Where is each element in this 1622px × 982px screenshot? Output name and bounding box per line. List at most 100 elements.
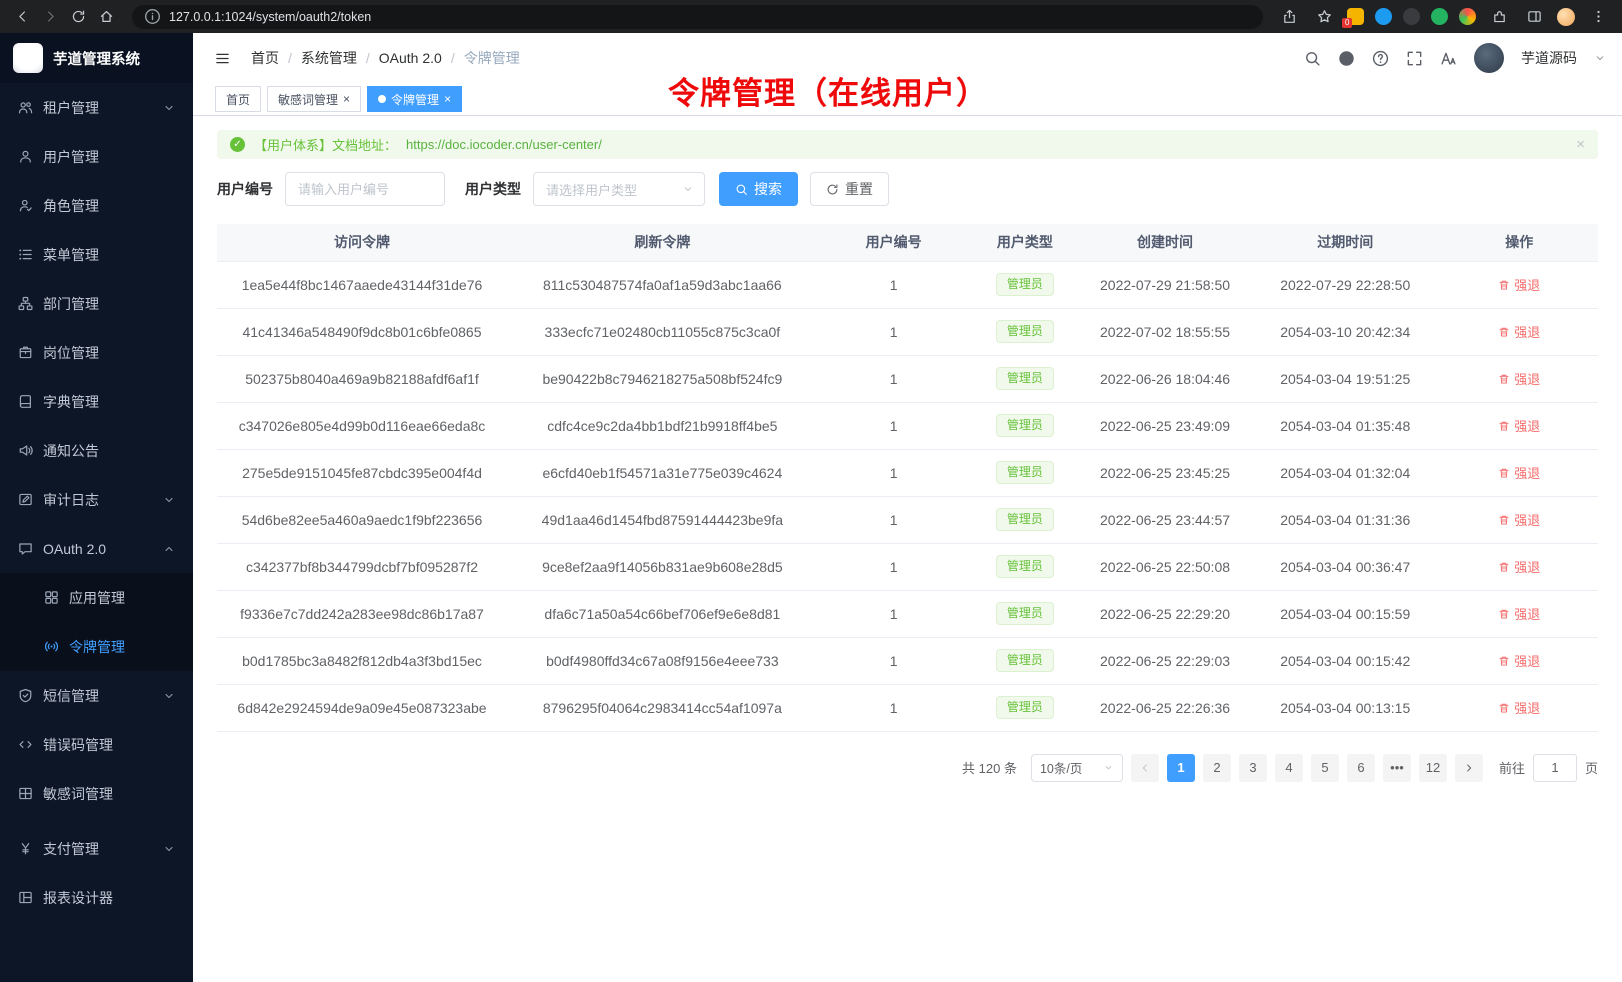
filter-form: 用户编号 用户类型 请选择用户类型 搜索 重置 [217, 172, 1598, 206]
breadcrumb-item-2[interactable]: OAuth 2.0 [379, 50, 442, 66]
trash-icon [1498, 467, 1510, 479]
sidebar-item-notice[interactable]: 通知公告 [0, 426, 193, 475]
table-row: 54d6be82ee5a460a9aedc1f9bf22365649d1aa46… [217, 496, 1598, 543]
user-type-select[interactable]: 请选择用户类型 [533, 172, 705, 206]
tab-0[interactable]: 首页 [215, 86, 261, 112]
page-button-5[interactable]: 5 [1311, 754, 1339, 782]
user-name[interactable]: 芋道源码 [1521, 48, 1577, 68]
sidebar-item-menu[interactable]: 菜单管理 [0, 230, 193, 279]
table-row: 6d842e2924594de9a09e45e087323abe8796295f… [217, 684, 1598, 731]
user-type-badge: 管理员 [996, 414, 1054, 438]
tab-close-icon[interactable]: × [444, 93, 451, 105]
page-size-select[interactable]: 10条/页 [1031, 754, 1123, 782]
sidebar-item-role[interactable]: 角色管理 [0, 181, 193, 230]
sidebar-item-sensitive-word[interactable]: 敏感词管理 [0, 769, 193, 818]
browser-refresh-button[interactable] [66, 5, 90, 29]
browser-back-button[interactable] [10, 5, 34, 29]
breadcrumb-item-1[interactable]: 系统管理 [301, 48, 357, 68]
trash-icon [1498, 420, 1510, 432]
next-page-button[interactable] [1455, 754, 1483, 782]
share-icon[interactable] [1277, 5, 1301, 29]
sidebar-item-tenant[interactable]: 租户管理 [0, 83, 193, 132]
force-logout-button[interactable]: 强退 [1498, 510, 1540, 529]
search-button[interactable]: 搜索 [719, 172, 798, 206]
page-button-2[interactable]: 2 [1203, 754, 1231, 782]
user-id-input[interactable] [285, 172, 445, 206]
page-button-4[interactable]: 4 [1275, 754, 1303, 782]
extension-dark-icon[interactable] [1403, 8, 1420, 25]
extensions-puzzle-icon[interactable] [1487, 5, 1511, 29]
alert-text: 【用户体系】文档地址： [254, 135, 397, 154]
site-info-icon[interactable] [144, 8, 161, 25]
force-logout-button[interactable]: 强退 [1498, 698, 1540, 717]
browser-profile-avatar[interactable] [1557, 8, 1575, 26]
force-logout-button[interactable]: 强退 [1498, 463, 1540, 482]
tab-2[interactable]: 令牌管理× [367, 86, 462, 112]
github-icon[interactable] [1338, 50, 1355, 67]
force-logout-button[interactable]: 强退 [1498, 322, 1540, 341]
info-icon [144, 8, 161, 25]
more-pages-button[interactable]: ••• [1383, 754, 1411, 782]
force-logout-button[interactable]: 强退 [1498, 604, 1540, 623]
sidebar-item-report-designer[interactable]: 报表设计器 [0, 873, 193, 922]
force-logout-button[interactable]: 强退 [1498, 416, 1540, 435]
page-button-6[interactable]: 6 [1347, 754, 1375, 782]
search-button-label: 搜索 [754, 179, 782, 199]
fullscreen-icon[interactable] [1406, 50, 1423, 67]
bookmark-star-icon[interactable] [1312, 5, 1336, 29]
prev-page-button[interactable] [1131, 754, 1159, 782]
sidebar-item-post[interactable]: 岗位管理 [0, 328, 193, 377]
sidebar-toggle-icon[interactable] [215, 48, 235, 68]
browser-forward-button[interactable] [38, 5, 62, 29]
column-header: 刷新令牌 [507, 224, 818, 261]
browser-home-button[interactable] [94, 5, 118, 29]
table-row: 1ea5e44f8bc1467aaede43144f31de76811c5304… [217, 261, 1598, 308]
sidebar-item-sms[interactable]: 短信管理 [0, 671, 193, 720]
sidebar-item-oauth2[interactable]: OAuth 2.0 [0, 524, 193, 573]
sidebar-item-user[interactable]: 用户管理 [0, 132, 193, 181]
tab-close-icon[interactable]: × [343, 93, 350, 105]
browser-url-bar[interactable]: 127.0.0.1:1024/system/oauth2/token [132, 5, 1263, 29]
fontsize-icon [1440, 50, 1457, 67]
sidebar-item-label: 令牌管理 [69, 637, 175, 657]
sidebar-item-error-code[interactable]: 错误码管理 [0, 720, 193, 769]
alert-close-icon[interactable]: × [1576, 136, 1585, 153]
extension-color-icon[interactable] [1459, 8, 1476, 25]
force-logout-button[interactable]: 强退 [1498, 369, 1540, 388]
cell-user-id: 1 [818, 308, 970, 355]
doc-link[interactable]: https://doc.iocoder.cn/user-center/ [406, 137, 602, 152]
force-logout-button[interactable]: 强退 [1498, 651, 1540, 670]
extension-green-icon[interactable] [1431, 8, 1448, 25]
search-icon[interactable] [1304, 50, 1321, 67]
force-logout-button[interactable]: 强退 [1498, 275, 1540, 294]
sidebar-item-dept[interactable]: 部门管理 [0, 279, 193, 328]
tab-1[interactable]: 敏感词管理× [267, 86, 361, 112]
page-button-3[interactable]: 3 [1239, 754, 1267, 782]
extension-blue-icon[interactable] [1375, 8, 1392, 25]
post-icon [18, 345, 33, 360]
help-icon[interactable] [1372, 50, 1389, 67]
sidebar-item-oauth2-app[interactable]: 应用管理 [0, 573, 193, 622]
cell-access-token: f9336e7c7dd242a283ee98dc86b17a87 [217, 590, 507, 637]
user-avatar[interactable] [1474, 43, 1504, 73]
user-menu-caret-icon[interactable] [1594, 52, 1606, 64]
browser-menu-icon[interactable] [1586, 5, 1610, 29]
force-logout-button[interactable]: 强退 [1498, 557, 1540, 576]
extension-adblock-icon[interactable]: 0 [1347, 8, 1364, 25]
side-panel-icon[interactable] [1522, 5, 1546, 29]
goto-page-input[interactable] [1533, 754, 1577, 782]
breadcrumb-item-0[interactable]: 首页 [251, 48, 279, 68]
reset-button[interactable]: 重置 [810, 172, 889, 206]
sidebar-item-dict[interactable]: 字典管理 [0, 377, 193, 426]
app-logo-area[interactable]: 芋道管理系统 [0, 33, 193, 83]
font-size-icon[interactable] [1440, 50, 1457, 67]
cell-access-token: 6d842e2924594de9a09e45e087323abe [217, 684, 507, 731]
page-button-12[interactable]: 12 [1419, 754, 1447, 782]
sidebar-item-label: 报表设计器 [43, 888, 175, 908]
sidebar-item-audit-log[interactable]: 审计日志 [0, 475, 193, 524]
breadcrumb-item-3: 令牌管理 [464, 48, 520, 68]
user-type-badge: 管理员 [996, 602, 1054, 626]
sidebar-item-pay[interactable]: 支付管理 [0, 824, 193, 873]
page-button-1[interactable]: 1 [1167, 754, 1195, 782]
sidebar-item-oauth2-token[interactable]: 令牌管理 [0, 622, 193, 671]
